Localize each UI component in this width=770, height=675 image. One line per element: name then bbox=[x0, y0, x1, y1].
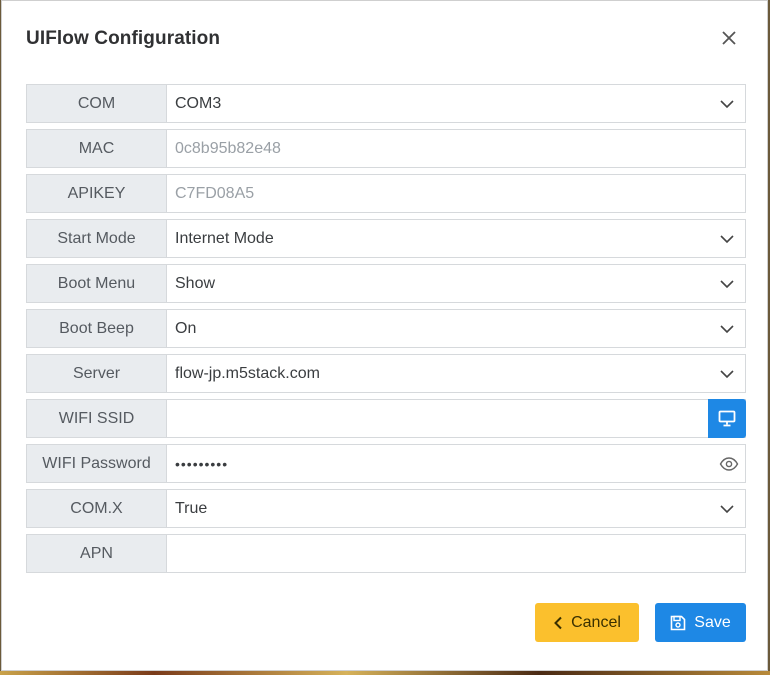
config-form: COM COM3 MAC 0c8b95b82e48 APIKEY C7FD08A… bbox=[26, 84, 746, 579]
wifi-password-field[interactable]: ••••••••• bbox=[166, 444, 746, 483]
mac-label: MAC bbox=[26, 129, 166, 168]
uiflow-configuration-dialog: UIFlow Configuration COM COM3 MAC 0c8b95… bbox=[1, 0, 768, 671]
boot-beep-label: Boot Beep bbox=[26, 309, 166, 348]
floppy-disk-icon bbox=[670, 615, 686, 630]
row-boot-beep: Boot Beep On bbox=[26, 309, 746, 348]
dialog-title: UIFlow Configuration bbox=[26, 28, 221, 49]
server-select[interactable]: flow-jp.m5stack.com bbox=[166, 354, 746, 393]
mac-value: 0c8b95b82e48 bbox=[175, 139, 281, 157]
mac-field: 0c8b95b82e48 bbox=[166, 129, 746, 168]
row-start-mode: Start Mode Internet Mode bbox=[26, 219, 746, 258]
start-mode-label: Start Mode bbox=[26, 219, 166, 258]
chevron-down-icon bbox=[720, 505, 734, 514]
background-strip bbox=[0, 671, 770, 675]
server-label: Server bbox=[26, 354, 166, 393]
chevron-down-icon bbox=[720, 280, 734, 289]
wifi-ssid-label: WIFI SSID bbox=[26, 399, 166, 438]
wifi-password-value: ••••••••• bbox=[175, 455, 229, 472]
chevron-left-icon bbox=[554, 616, 562, 629]
comx-value: True bbox=[175, 499, 208, 517]
wifi-scan-button[interactable] bbox=[708, 399, 746, 438]
comx-select[interactable]: True bbox=[166, 489, 746, 528]
row-comx: COM.X True bbox=[26, 489, 746, 528]
boot-menu-value: Show bbox=[175, 274, 216, 292]
apikey-value: C7FD08A5 bbox=[175, 184, 255, 202]
boot-beep-value: On bbox=[175, 319, 197, 337]
wifi-password-label: WIFI Password bbox=[26, 444, 166, 483]
row-wifi-password: WIFI Password ••••••••• bbox=[26, 444, 746, 483]
save-button[interactable]: Save bbox=[655, 603, 746, 642]
chevron-down-icon bbox=[720, 325, 734, 334]
chevron-down-icon bbox=[720, 235, 734, 244]
cancel-button[interactable]: Cancel bbox=[535, 603, 639, 642]
boot-menu-label: Boot Menu bbox=[26, 264, 166, 303]
save-label: Save bbox=[694, 613, 731, 631]
row-mac: MAC 0c8b95b82e48 bbox=[26, 129, 746, 168]
row-wifi-ssid: WIFI SSID bbox=[26, 399, 746, 438]
apikey-field: C7FD08A5 bbox=[166, 174, 746, 213]
apn-label: APN bbox=[26, 534, 166, 573]
server-value: flow-jp.m5stack.com bbox=[175, 364, 320, 382]
chevron-down-icon bbox=[720, 100, 734, 109]
wifi-ssid-input[interactable] bbox=[175, 400, 745, 437]
start-mode-value: Internet Mode bbox=[175, 229, 274, 247]
chevron-down-icon bbox=[720, 370, 734, 379]
close-button[interactable] bbox=[716, 25, 742, 51]
eye-icon[interactable] bbox=[719, 456, 739, 472]
apikey-label: APIKEY bbox=[26, 174, 166, 213]
start-mode-select[interactable]: Internet Mode bbox=[166, 219, 746, 258]
row-apikey: APIKEY C7FD08A5 bbox=[26, 174, 746, 213]
row-boot-menu: Boot Menu Show bbox=[26, 264, 746, 303]
boot-beep-select[interactable]: On bbox=[166, 309, 746, 348]
row-server: Server flow-jp.m5stack.com bbox=[26, 354, 746, 393]
cancel-label: Cancel bbox=[571, 613, 621, 631]
boot-menu-select[interactable]: Show bbox=[166, 264, 746, 303]
com-label: COM bbox=[26, 84, 166, 123]
row-apn: APN bbox=[26, 534, 746, 573]
apn-input[interactable] bbox=[175, 535, 745, 572]
com-value: COM3 bbox=[175, 94, 222, 112]
comx-label: COM.X bbox=[26, 489, 166, 528]
apn-field[interactable] bbox=[166, 534, 746, 573]
row-com: COM COM3 bbox=[26, 84, 746, 123]
close-icon bbox=[722, 31, 736, 45]
monitor-icon bbox=[718, 410, 736, 427]
com-select[interactable]: COM3 bbox=[166, 84, 746, 123]
wifi-ssid-field[interactable] bbox=[166, 399, 746, 438]
